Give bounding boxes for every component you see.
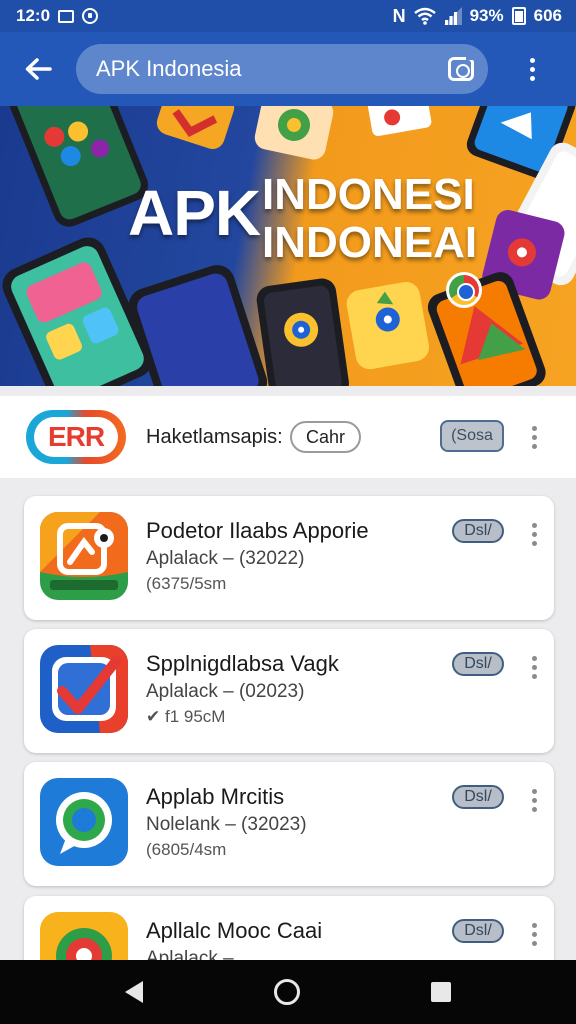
app-title: Podetor Ilaabs Apporie [146, 518, 369, 543]
status-bar: 12:0 N 93% 606 [0, 0, 576, 32]
back-button[interactable] [0, 32, 76, 106]
battery-percent: 93% [469, 6, 504, 25]
download-button[interactable]: Dsl/ [452, 919, 504, 943]
app-bar: APK Indonesia [0, 32, 576, 106]
more-vert-icon[interactable] [532, 789, 537, 812]
battery-icon [511, 7, 526, 25]
nav-back-icon[interactable] [125, 981, 144, 1003]
mail-icon [58, 9, 75, 23]
more-vert-icon[interactable] [532, 656, 537, 679]
banner-title: APK [128, 177, 261, 249]
screen: 12:0 N 93% 606 APK Indonesia APK INDONES… [0, 0, 576, 1024]
app-title: Apllalc Mooc Caai [146, 918, 323, 943]
banner-subtitle-2: INDONEAI [262, 218, 478, 267]
more-vert-icon[interactable] [532, 426, 537, 449]
overflow-menu-button[interactable] [488, 32, 576, 106]
search-bar[interactable]: APK Indonesia [76, 44, 488, 94]
search-input[interactable]: APK Indonesia [96, 56, 448, 82]
promo-banner[interactable]: APK INDONESI INDONEAI [0, 106, 576, 386]
nav-recents-icon[interactable] [430, 982, 451, 1002]
featured-label: Haketlamsapis: [146, 426, 283, 448]
download-button[interactable]: Dsl/ [452, 652, 504, 676]
app-size: (6805/4sm [146, 840, 227, 859]
app-title: Spplnigdlabsa Vagk [146, 651, 339, 676]
app-developer: Aplalack – (32022) [146, 548, 305, 569]
camera-icon[interactable] [448, 55, 474, 81]
featured-row[interactable]: ERR Haketlamsapis: Cahr (Sosa [0, 396, 576, 478]
wifi-icon [413, 7, 436, 25]
nfc-icon: N [392, 5, 406, 26]
app-developer: Aplalack – (02023) [146, 681, 305, 702]
status-left: 12:0 [16, 6, 99, 26]
featured-chip[interactable]: Cahr [290, 421, 362, 453]
app-card[interactable]: Podetor Ilaabs Apporie Aplalack – (32022… [24, 496, 554, 620]
banner-subtitle-1: INDONESI [262, 170, 475, 219]
nav-home-icon[interactable] [273, 979, 300, 1005]
more-vert-icon [529, 57, 535, 81]
download-button[interactable]: Dsl/ [452, 785, 504, 809]
featured-action-button[interactable]: (Sosa [440, 420, 504, 452]
err-logo-text: ERR [47, 421, 105, 452]
app-icon-video [40, 512, 128, 600]
system-nav-bar [0, 960, 576, 1024]
app-icon-checkmark [40, 645, 128, 733]
app-size: (6375/5sm [146, 574, 227, 593]
app-title: Applab Mrcitis [146, 784, 285, 809]
notification-icon [82, 8, 99, 24]
more-vert-icon[interactable] [532, 523, 537, 546]
app-icon-chat [40, 778, 128, 866]
app-size: ✔ f1 95cM [146, 707, 226, 726]
arrow-left-icon [25, 58, 52, 80]
more-vert-icon[interactable] [532, 923, 537, 946]
status-right: N 93% 606 [393, 6, 562, 27]
app-card[interactable]: Applab Mrcitis Nolelank – (32023) (6805/… [24, 762, 554, 886]
app-card[interactable]: Spplnigdlabsa Vagk Aplalack – (02023) ✔ … [24, 629, 554, 753]
download-button[interactable]: Dsl/ [452, 519, 504, 543]
app-developer: Nolelank – (32023) [146, 814, 307, 835]
err-logo: ERR [26, 410, 126, 464]
status-extra: 606 [533, 6, 562, 25]
chrome-logo-icon [446, 272, 482, 308]
signal-icon [443, 7, 462, 25]
status-time: 12:0 [16, 6, 51, 25]
